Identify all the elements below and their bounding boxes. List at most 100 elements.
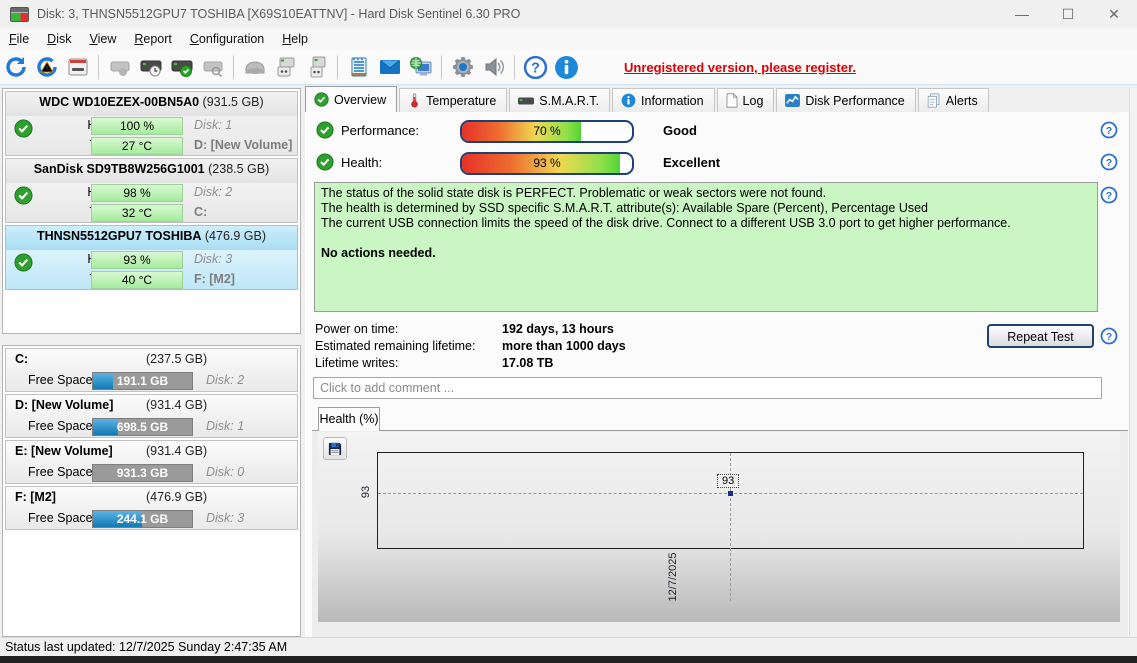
partition-item-f[interactable]: F: [M2](476.9 GB) Free Space 244.1 GB Di… — [5, 486, 298, 530]
tab-information[interactable]: Information — [612, 88, 715, 112]
thermometer-icon — [408, 93, 421, 108]
disk-item-sandisk[interactable]: SanDisk SD9TB8W256G1001 (238.5 GB) Healt… — [5, 158, 298, 223]
free-space-value: 698.5 GB — [93, 419, 192, 435]
disk-number: Disk: 1 — [194, 118, 232, 132]
tab-smart[interactable]: S.M.A.R.T. — [509, 88, 610, 112]
menu-configuration[interactable]: Configuration — [181, 30, 273, 48]
window-title: Disk: 3, THNSN5512GPU7 TOSHIBA [X69S10EA… — [37, 7, 520, 21]
partition-item-d[interactable]: D: [New Volume](931.4 GB) Free Space 698… — [5, 394, 298, 438]
disk-power-icon[interactable] — [271, 53, 300, 81]
free-space-label: Free Space — [28, 465, 93, 479]
tab-log[interactable]: Log — [717, 88, 775, 112]
chart-y-tick: 93 — [360, 486, 372, 498]
info-icon[interactable] — [552, 53, 581, 81]
menu-view[interactable]: View — [80, 30, 125, 48]
chart-x-tick-date: 12/7/2025 — [667, 552, 679, 602]
status-bar-text: Status last updated: 12/7/2025 Sunday 2:… — [5, 640, 287, 654]
refresh-icon[interactable] — [1, 53, 30, 81]
register-link[interactable]: Unregistered version, please register. — [624, 60, 856, 75]
menu-report[interactable]: Report — [125, 30, 181, 48]
chart-tab-health[interactable]: Health (%) — [318, 407, 380, 431]
disk-clock-icon[interactable] — [136, 53, 165, 81]
info-icon — [621, 93, 636, 108]
partition-disk: Disk: 3 — [206, 511, 244, 525]
maximize-button[interactable]: ☐ — [1045, 0, 1091, 28]
performance-label: Performance: — [341, 123, 419, 138]
pages-icon — [927, 93, 941, 108]
settings-gear-icon[interactable] — [448, 53, 477, 81]
help-icon[interactable]: ? — [1100, 153, 1118, 171]
notes-icon[interactable] — [344, 53, 373, 81]
disk-remove-icon[interactable] — [105, 53, 134, 81]
partition-list[interactable]: C:(237.5 GB) Free Space 191.1 GB Disk: 2… — [2, 345, 301, 637]
save-chart-button[interactable] — [323, 437, 347, 460]
comment-input[interactable] — [313, 377, 1102, 399]
partition-name: E: [New Volume] — [15, 444, 113, 458]
disk-list[interactable]: WDC WD10EZEX-00BN5A0 (931.5 GB) Health: … — [2, 88, 301, 334]
tab-overview[interactable]: Overview — [305, 86, 397, 112]
disk-search-icon[interactable] — [198, 53, 227, 81]
health-meter: 93 % — [460, 152, 634, 175]
menu-help[interactable]: Help — [273, 30, 317, 48]
disk-item-wdc[interactable]: WDC WD10EZEX-00BN5A0 (931.5 GB) Health: … — [5, 91, 298, 156]
refresh-warning-icon[interactable] — [32, 53, 61, 81]
sound-icon[interactable] — [479, 53, 508, 81]
toolbar-separator — [514, 55, 515, 79]
vertical-scrollbar[interactable] — [1129, 88, 1137, 637]
writes-value: 17.08 TB — [502, 356, 553, 370]
report-disk-icon[interactable] — [63, 53, 92, 81]
tab-bar: Overview Temperature S.M.A.R.T. Informat… — [305, 88, 1129, 113]
partition-name: D: [New Volume] — [15, 398, 113, 412]
disk-number: Disk: 2 — [194, 185, 232, 199]
menu-disk[interactable]: Disk — [38, 30, 80, 48]
network-icon[interactable] — [406, 53, 435, 81]
free-space-bar: 931.3 GB — [92, 464, 193, 482]
performance-ok-icon — [316, 121, 334, 144]
disk-power-alt-icon[interactable] — [302, 53, 331, 81]
chart-point-label: 93 — [717, 474, 739, 488]
free-space-label: Free Space — [28, 511, 93, 525]
disk-dome-icon[interactable] — [240, 53, 269, 81]
check-circle-icon — [314, 92, 329, 107]
free-space-value: 191.1 GB — [93, 373, 192, 389]
partition-item-e[interactable]: E: [New Volume] (931.4 GB) Free Space 931… — [5, 440, 298, 484]
partition-item-c[interactable]: C:(237.5 GB) Free Space 191.1 GB Disk: 2 — [5, 348, 298, 392]
disk-size: (476.9 GB) — [205, 229, 266, 243]
minimize-button[interactable]: — — [999, 0, 1045, 28]
title-bar[interactable]: Disk: 3, THNSN5512GPU7 TOSHIBA [X69S10EA… — [0, 0, 1137, 28]
health-ok-icon — [316, 153, 334, 176]
health-rating: Excellent — [663, 155, 720, 170]
partition-disk: Disk: 1 — [206, 419, 244, 433]
help-icon[interactable]: ? — [1100, 186, 1118, 204]
document-icon — [726, 93, 738, 108]
window-bottom-edge — [0, 656, 1137, 663]
lifetime-label: Estimated remaining lifetime: — [315, 339, 502, 353]
mail-icon[interactable] — [375, 53, 404, 81]
repeat-test-button[interactable]: Repeat Test — [987, 324, 1094, 348]
close-button[interactable]: ✕ — [1091, 0, 1137, 28]
partition-size: (931.4 GB) — [146, 444, 207, 458]
status-line: The health is determined by SSD specific… — [321, 201, 1091, 216]
free-space-value: 931.3 GB — [93, 465, 192, 481]
menu-file[interactable]: File — [0, 30, 38, 48]
help-icon[interactable]: ? — [1100, 121, 1118, 139]
tab-temperature[interactable]: Temperature — [399, 88, 507, 112]
free-space-label: Free Space — [28, 419, 93, 433]
disk-number: Disk: 3 — [194, 252, 232, 266]
disk-ok-icon[interactable] — [167, 53, 196, 81]
disk-name: WDC WD10EZEX-00BN5A0 — [39, 95, 199, 109]
writes-label: Lifetime writes: — [315, 356, 502, 370]
app-window: Disk: 3, THNSN5512GPU7 TOSHIBA [X69S10EA… — [0, 0, 1137, 663]
chart-plot-area: 93 93 — [377, 452, 1084, 549]
tab-disk-performance[interactable]: Disk Performance — [776, 88, 915, 112]
disk-item-toshiba-selected[interactable]: THNSN5512GPU7 TOSHIBA (476.9 GB) Health:… — [5, 225, 298, 290]
help-icon[interactable]: ? — [1100, 327, 1118, 345]
status-bar: Status last updated: 12/7/2025 Sunday 2:… — [0, 637, 1137, 656]
disk-name: SanDisk SD9TB8W256G1001 — [34, 162, 205, 176]
help-icon[interactable]: ? — [521, 53, 550, 81]
free-space-label: Free Space — [28, 373, 93, 387]
chart-icon — [785, 94, 800, 107]
tab-alerts[interactable]: Alerts — [918, 88, 989, 112]
toolbar-separator — [337, 55, 338, 79]
chart-panel: 93 93 12/7/2025 — [312, 430, 1128, 637]
